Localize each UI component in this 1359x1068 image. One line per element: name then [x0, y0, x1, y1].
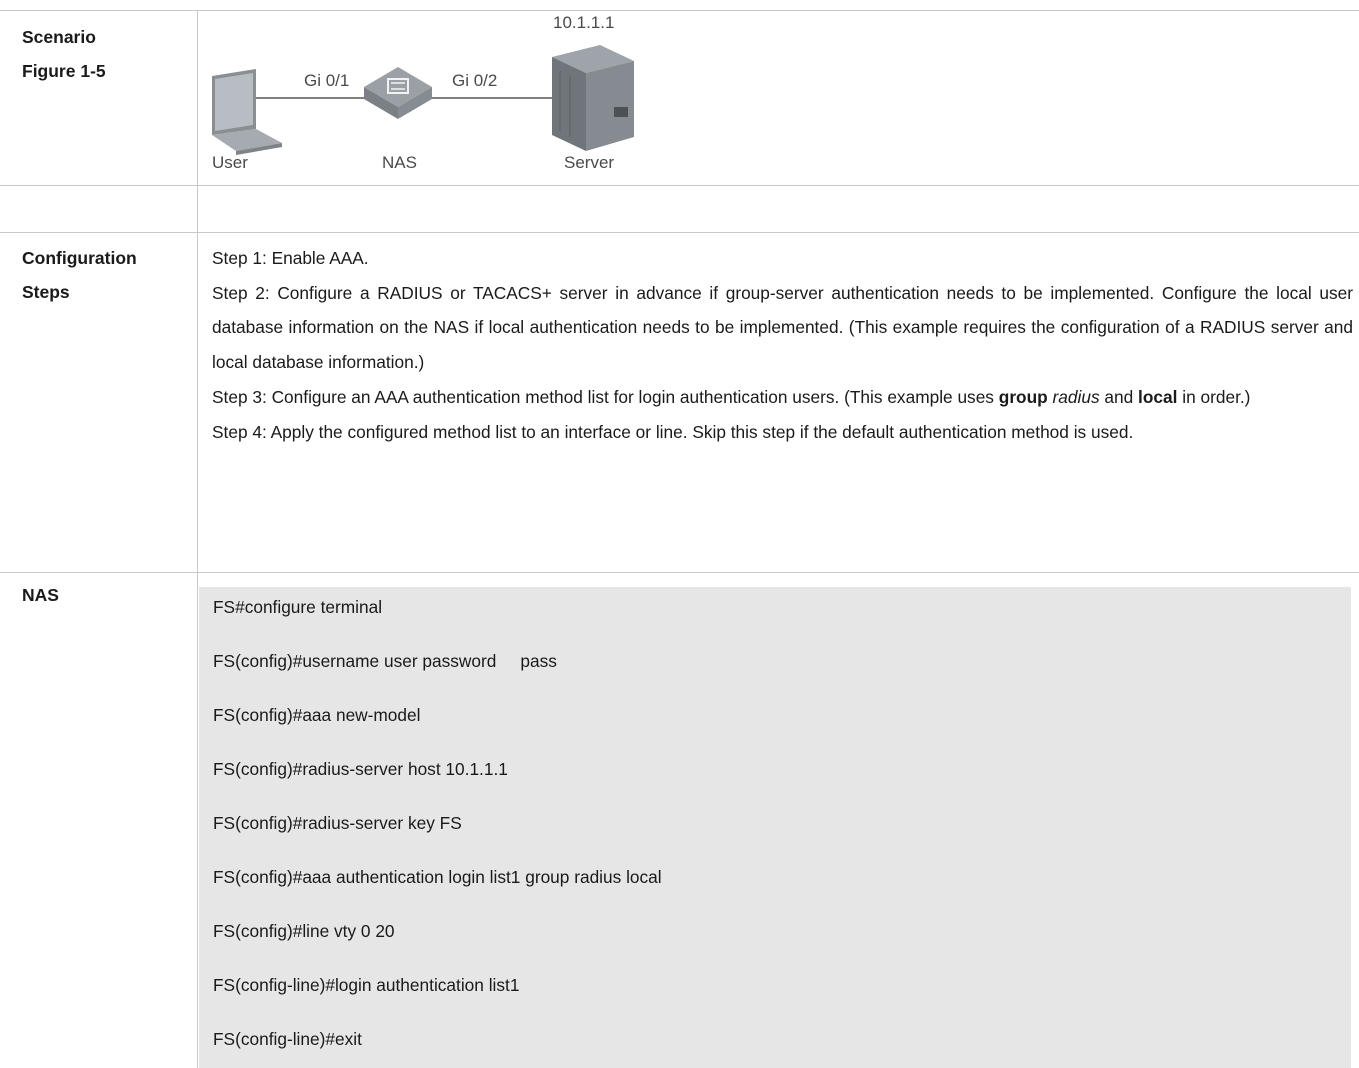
code-line: FS(config)#aaa authentication login list…	[213, 867, 662, 887]
code-line: FS(config)#radius-server key FS	[213, 813, 462, 833]
keyword-radius: radius	[1052, 386, 1100, 407]
steps-label-text: Steps	[22, 282, 70, 302]
node-nas-label: NAS	[382, 153, 417, 172]
keyword-local: local	[1138, 386, 1178, 407]
code-line: FS(config)#radius-server host 10.1.1.1	[213, 759, 508, 779]
configuration-steps-label: Configuration Steps	[22, 241, 137, 309]
step-2: Step 2: Configure a RADIUS or TACACS+ se…	[212, 282, 1353, 373]
nas-config-code-block: FS#configure terminal FS(config)#usernam…	[199, 587, 1351, 1068]
step-1: Step 1: Enable AAA.	[212, 248, 369, 268]
node-server-label: Server	[564, 153, 615, 172]
configuration-label-text: Configuration	[22, 248, 137, 268]
node-user-label: User	[212, 153, 248, 172]
step-3-text-end: in order.)	[1177, 386, 1251, 407]
code-line: FS(config)#aaa new-model	[213, 705, 421, 725]
code-line: FS(config-line)#login authentication lis…	[213, 975, 520, 995]
row-divider	[0, 185, 1359, 186]
code-line: FS(config-line)#exit	[213, 1029, 362, 1049]
code-line: FS#configure terminal	[213, 597, 383, 617]
step-3-text-and: and	[1099, 386, 1139, 407]
server-icon	[552, 45, 634, 151]
port-gi01-label: Gi 0/1	[304, 71, 350, 90]
step-4: Step 4: Apply the configured method list…	[212, 421, 1134, 442]
nas-label: NAS	[22, 585, 59, 605]
code-line: FS(config)#username user password pass	[213, 651, 557, 671]
step-3-text: Step 3: Configure an AAA authentication …	[212, 386, 999, 407]
keyword-group: group	[998, 386, 1048, 407]
row-divider	[0, 572, 1359, 573]
code-line: FS(config)#line vty 0 20	[213, 921, 395, 941]
configuration-steps-body: Step 1: Enable AAA. Step 2: Configure a …	[212, 241, 1353, 449]
port-gi02-label: Gi 0/2	[452, 71, 498, 90]
step-3: Step 3: Configure an AAA authentication …	[212, 380, 1353, 415]
row-divider	[0, 232, 1359, 233]
server-ip-label: 10.1.1.1	[553, 13, 615, 32]
scenario-label-text: Scenario	[22, 27, 96, 47]
network-topology-diagram: 10.1.1.1 Gi 0/1 Gi 0/2 User NAS Server	[198, 11, 658, 185]
switch-icon	[364, 67, 432, 119]
scenario-label: Scenario Figure 1-5	[22, 20, 106, 88]
laptop-icon	[212, 69, 282, 155]
figure-label-text: Figure 1-5	[22, 61, 106, 81]
